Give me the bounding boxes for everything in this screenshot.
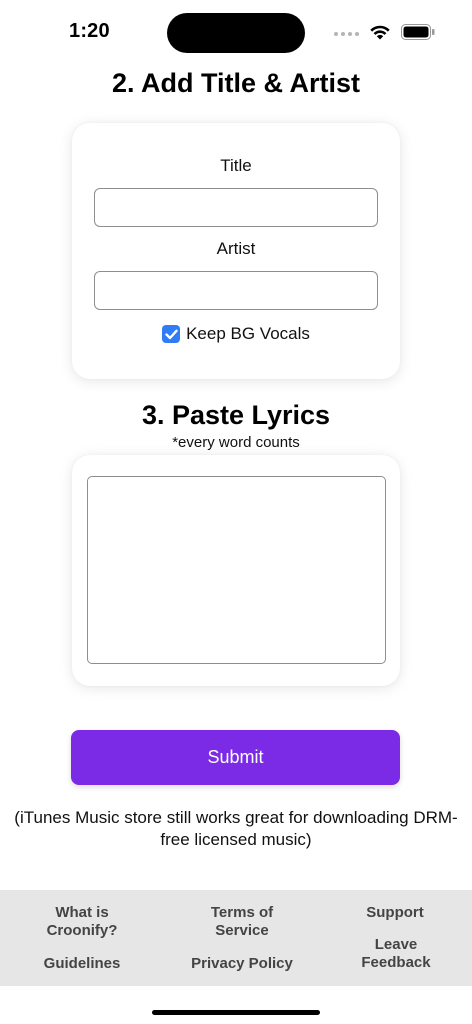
lyrics-card <box>72 455 400 686</box>
signal-icon <box>334 32 359 36</box>
dynamic-island <box>167 13 305 53</box>
footer-link-terms[interactable]: Terms of Service <box>192 904 292 940</box>
submit-button[interactable]: Submit <box>71 730 400 785</box>
lyrics-subtitle: *every word counts <box>172 434 300 451</box>
section-title-add-title-artist: 2. Add Title & Artist <box>111 68 361 98</box>
footer-link-what-is-croonify[interactable]: What is Croonify? <box>37 904 127 940</box>
title-artist-card: Title Artist Keep BG Vocals <box>72 123 400 379</box>
battery-icon <box>401 24 435 40</box>
title-input[interactable] <box>94 188 378 227</box>
keep-bg-vocals-checkbox[interactable] <box>162 325 181 343</box>
artist-input[interactable] <box>94 271 378 310</box>
keep-bg-vocals-row[interactable]: Keep BG Vocals <box>72 324 400 344</box>
footer: What is Croonify? Terms of Service Suppo… <box>0 890 472 986</box>
checkmark-icon <box>164 329 178 339</box>
footer-link-guidelines[interactable]: Guidelines <box>32 955 132 973</box>
wifi-icon <box>370 25 390 40</box>
screen: 1:20 2. Add Title & Artist Title Artist … <box>0 0 472 1024</box>
footer-link-feedback[interactable]: Leave Feedback <box>356 936 436 972</box>
status-time: 1:20 <box>69 20 110 42</box>
home-indicator <box>152 1010 320 1015</box>
lyrics-textarea[interactable] <box>87 476 386 664</box>
artist-label: Artist <box>216 239 256 258</box>
section-title-paste-lyrics: 3. Paste Lyrics <box>141 400 331 430</box>
itunes-note: (iTunes Music store still works great fo… <box>14 808 458 849</box>
footer-link-privacy[interactable]: Privacy Policy <box>186 955 298 973</box>
footer-link-support[interactable]: Support <box>350 904 440 922</box>
status-icons <box>334 21 435 43</box>
keep-bg-vocals-label: Keep BG Vocals <box>186 324 310 343</box>
title-label: Title <box>220 156 252 175</box>
